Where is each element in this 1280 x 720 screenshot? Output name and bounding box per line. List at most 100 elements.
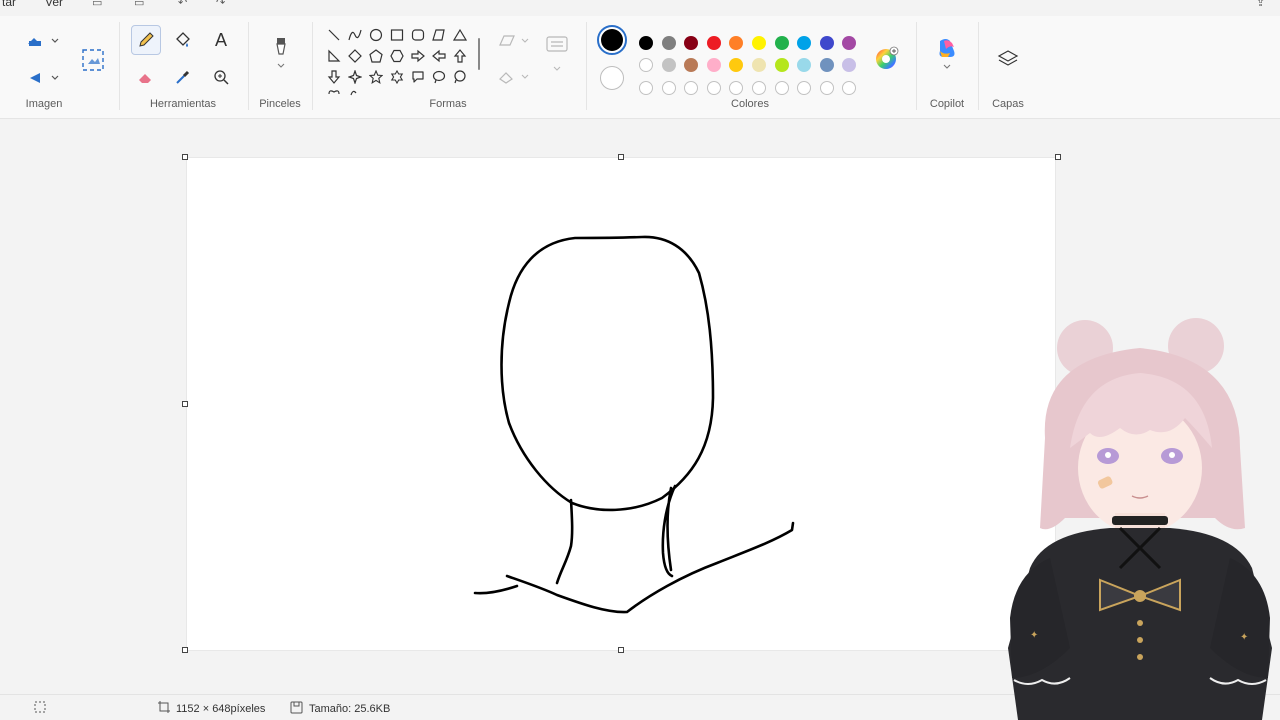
group-label-copilot: Copilot bbox=[929, 98, 965, 110]
edit-colors-button[interactable] bbox=[871, 43, 901, 73]
custom-color-slot[interactable] bbox=[661, 81, 676, 95]
custom-color-slot[interactable] bbox=[819, 81, 834, 95]
oval-shape-icon[interactable] bbox=[367, 26, 385, 44]
resize-handle-bottom[interactable] bbox=[618, 647, 624, 653]
share-icon[interactable]: ⇪ bbox=[1256, 0, 1265, 9]
divider bbox=[248, 22, 249, 110]
custom-color-slot[interactable] bbox=[797, 81, 812, 95]
polygon-shape-icon[interactable] bbox=[430, 26, 448, 44]
palette-swatch[interactable] bbox=[842, 36, 857, 50]
palette-swatch[interactable] bbox=[729, 58, 744, 72]
custom-color-slot[interactable] bbox=[706, 81, 721, 95]
menu-view[interactable]: Ver bbox=[45, 0, 63, 9]
custom-color-slot[interactable] bbox=[752, 81, 766, 95]
right-triangle-shape-icon[interactable] bbox=[325, 47, 343, 65]
rotate-image-button[interactable] bbox=[22, 26, 62, 56]
heart-shape-icon[interactable] bbox=[325, 88, 343, 96]
magnifier-tool-button[interactable] bbox=[206, 62, 236, 92]
custom-color-slot[interactable] bbox=[684, 81, 699, 95]
palette-swatch[interactable] bbox=[774, 58, 789, 72]
cloud-callout-shape-icon[interactable] bbox=[451, 68, 469, 86]
six-point-star-shape-icon[interactable] bbox=[388, 68, 406, 86]
custom-color-slot[interactable] bbox=[729, 81, 744, 95]
save-icon[interactable]: ▭ bbox=[92, 0, 102, 9]
palette-swatch[interactable] bbox=[706, 58, 721, 72]
pentagon-shape-icon[interactable] bbox=[367, 47, 385, 65]
custom-color-slot[interactable] bbox=[639, 81, 653, 95]
up-arrow-shape-icon[interactable] bbox=[451, 47, 469, 65]
menu-file[interactable]: tar bbox=[2, 0, 16, 9]
canvas-dimensions-text: 1152 × 648píxeles bbox=[176, 702, 266, 715]
shapes-scrollbar[interactable] bbox=[478, 38, 480, 70]
file-size-text: Tamaño: 25.6KB bbox=[309, 703, 391, 715]
right-arrow-shape-icon[interactable] bbox=[409, 47, 427, 65]
palette-swatch[interactable] bbox=[706, 36, 721, 50]
hexagon-shape-icon[interactable] bbox=[388, 47, 406, 65]
curve-shape-icon[interactable] bbox=[346, 26, 364, 44]
flip-image-button[interactable] bbox=[22, 63, 62, 93]
menu-bar: tar Ver ▭ ▭ ↶ ↷ ⇪ bbox=[0, 0, 1280, 16]
palette-swatch[interactable] bbox=[819, 36, 834, 50]
rounded-rectangle-shape-icon[interactable] bbox=[409, 26, 427, 44]
shape-fill-button[interactable] bbox=[493, 62, 535, 92]
lightning-shape-icon[interactable] bbox=[346, 88, 364, 96]
shoulder-stroke bbox=[473, 521, 795, 614]
left-arrow-shape-icon[interactable] bbox=[430, 47, 448, 65]
stroke-size-button[interactable] bbox=[541, 36, 573, 71]
palette-swatch[interactable] bbox=[797, 36, 812, 50]
resize-handle-left[interactable] bbox=[182, 401, 188, 407]
bow-knot bbox=[1134, 590, 1146, 602]
layers-button[interactable] bbox=[993, 44, 1023, 74]
resize-handle-top-left[interactable] bbox=[182, 154, 188, 160]
palette-swatch[interactable] bbox=[774, 36, 789, 50]
palette-swatch[interactable] bbox=[639, 58, 653, 72]
down-arrow-shape-icon[interactable] bbox=[325, 68, 343, 86]
triangle-shape-icon[interactable] bbox=[451, 26, 469, 44]
four-point-star-shape-icon[interactable] bbox=[346, 68, 364, 86]
palette-swatch[interactable] bbox=[752, 58, 766, 72]
five-point-star-shape-icon[interactable] bbox=[367, 68, 385, 86]
copilot-button[interactable] bbox=[932, 38, 962, 69]
fill-bucket-tool-button[interactable] bbox=[168, 25, 198, 55]
neck-right-stroke bbox=[661, 484, 677, 578]
brush-tool-button[interactable] bbox=[266, 38, 296, 68]
palette-swatch[interactable] bbox=[661, 58, 676, 72]
line-shape-icon[interactable] bbox=[325, 26, 343, 44]
palette-swatch[interactable] bbox=[661, 36, 676, 50]
palette-swatch[interactable] bbox=[684, 36, 699, 50]
image-select-icon[interactable] bbox=[78, 45, 108, 75]
text-tool-icon: A bbox=[214, 29, 227, 50]
pencil-tool-button[interactable] bbox=[131, 25, 161, 55]
palette-swatch[interactable] bbox=[684, 58, 699, 72]
resize-handle-bottom-left[interactable] bbox=[182, 647, 188, 653]
text-tool-button[interactable]: A bbox=[206, 25, 236, 55]
resize-handle-top[interactable] bbox=[618, 154, 624, 160]
palette-swatch[interactable] bbox=[842, 58, 857, 72]
palette-swatch[interactable] bbox=[797, 58, 812, 72]
custom-color-slot[interactable] bbox=[774, 81, 789, 95]
custom-color-slot[interactable] bbox=[842, 81, 857, 95]
diamond-shape-icon[interactable] bbox=[346, 47, 364, 65]
group-label-colors: Colores bbox=[731, 98, 769, 110]
palette-swatch[interactable] bbox=[729, 36, 744, 50]
selection-status bbox=[34, 701, 46, 716]
palette-swatch[interactable] bbox=[752, 36, 766, 50]
rounded-callout-shape-icon[interactable] bbox=[409, 68, 427, 86]
palette-swatch[interactable] bbox=[819, 58, 834, 72]
rectangle-shape-icon[interactable] bbox=[388, 26, 406, 44]
new-file-icon[interactable]: ▭ bbox=[134, 0, 144, 9]
drawing-canvas[interactable] bbox=[187, 158, 1055, 650]
resize-handle-top-right[interactable] bbox=[1055, 154, 1061, 160]
primary-color-swatch[interactable] bbox=[597, 25, 627, 55]
divider bbox=[119, 22, 120, 110]
color-picker-tool-button[interactable] bbox=[168, 62, 198, 92]
eraser-tool-button[interactable] bbox=[131, 62, 161, 92]
palette-swatch[interactable] bbox=[639, 36, 653, 50]
canvas-size-icon bbox=[158, 701, 170, 716]
undo-icon[interactable]: ↶ bbox=[178, 0, 187, 9]
secondary-color-swatch[interactable] bbox=[600, 66, 624, 90]
dress-button bbox=[1137, 654, 1143, 660]
redo-icon[interactable]: ↷ bbox=[216, 0, 225, 9]
shape-outline-button[interactable] bbox=[493, 26, 535, 56]
oval-callout-shape-icon[interactable] bbox=[430, 68, 448, 86]
